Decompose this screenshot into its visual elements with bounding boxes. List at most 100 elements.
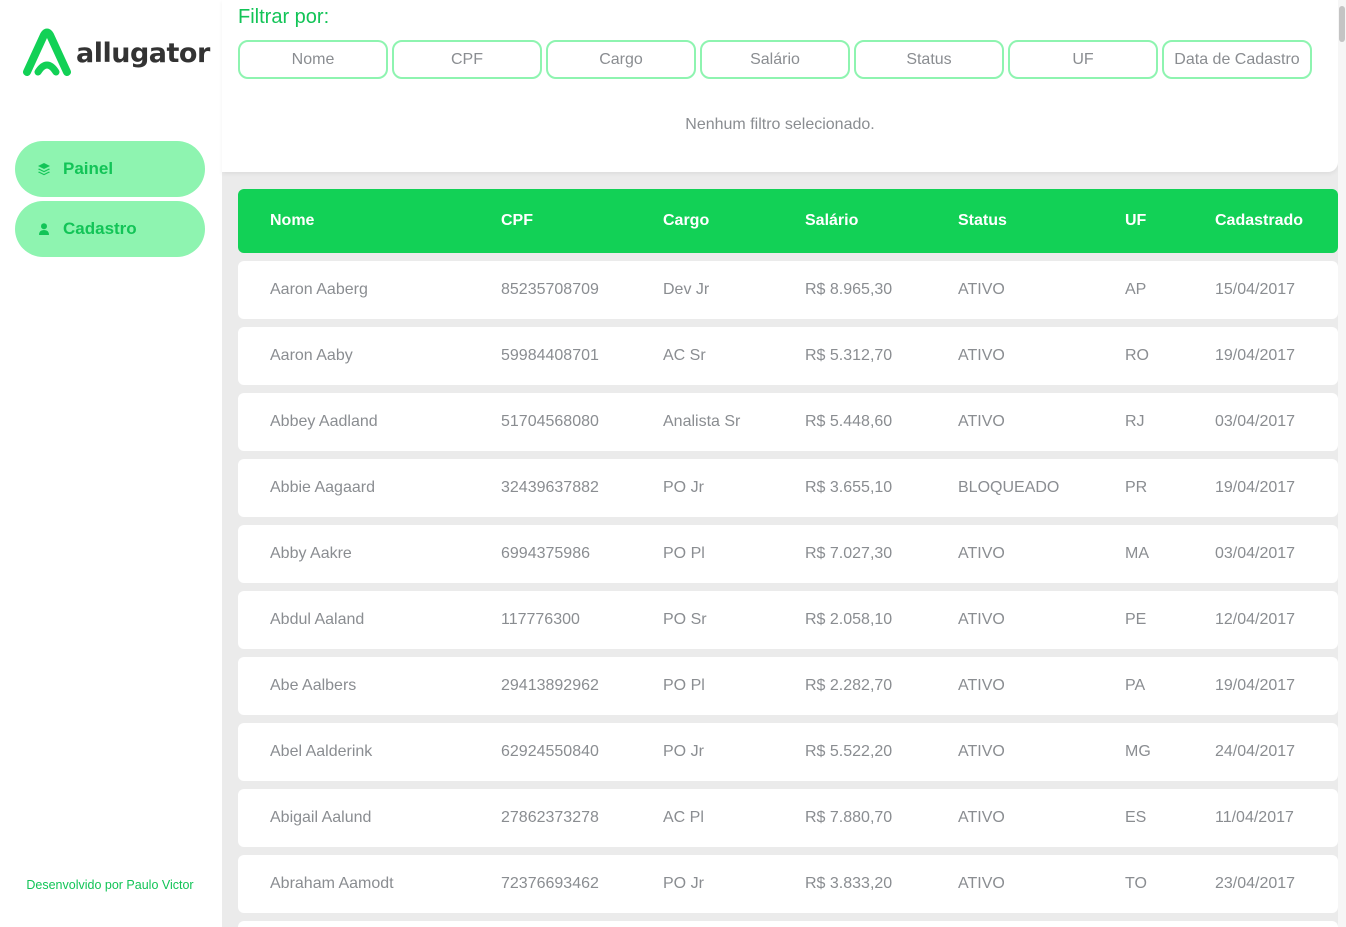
cell-status: ATIVO — [958, 743, 1005, 760]
cell-uf: MG — [1125, 743, 1151, 760]
column-header-salario[interactable]: Salário — [805, 189, 858, 253]
cell-salario: R$ 5.522,20 — [805, 743, 893, 760]
table-row[interactable]: Abe Aalbers 29413892962 PO Pl R$ 2.282,7… — [238, 657, 1338, 715]
cell-nome: Abdul Aaland — [270, 611, 365, 628]
cell-cadastrado: 19/04/2017 — [1215, 347, 1296, 364]
table-row[interactable]: Abby Aakre 6994375986 PO Pl R$ 7.027,30 … — [238, 525, 1338, 583]
sidebar-item-painel[interactable]: Painel — [15, 141, 205, 197]
filter-chip-uf[interactable]: UF — [1008, 40, 1158, 79]
table-row[interactable] — [238, 921, 1338, 927]
cell-nome: Abbie Aagaard — [270, 479, 375, 496]
sidebar-item-cadastro[interactable]: Cadastro — [15, 201, 205, 257]
column-header-status[interactable]: Status — [958, 189, 1007, 253]
table-row[interactable]: Abbie Aagaard 32439637882 PO Jr R$ 3.655… — [238, 459, 1338, 517]
sidebar: allugator Painel Cadastro Desenvolvido p… — [0, 0, 222, 927]
table-row[interactable]: Aaron Aaberg 85235708709 Dev Jr R$ 8.965… — [238, 261, 1338, 319]
cell-uf: PA — [1125, 677, 1146, 694]
cell-salario: R$ 8.965,30 — [805, 281, 893, 298]
cell-cadastrado: 11/04/2017 — [1215, 809, 1294, 826]
column-header-cadastrado[interactable]: Cadastrado — [1215, 189, 1303, 253]
cell-cpf: 117776300 — [501, 611, 580, 628]
cell-cpf: 72376693462 — [501, 875, 599, 892]
cell-nome: Aaron Aaby — [270, 347, 353, 364]
cell-uf: MA — [1125, 545, 1149, 562]
cell-status: ATIVO — [958, 809, 1005, 826]
column-header-nome[interactable]: Nome — [270, 189, 314, 253]
filter-chip-cpf[interactable]: CPF — [392, 40, 542, 79]
layers-icon — [37, 162, 51, 176]
cell-salario: R$ 7.027,30 — [805, 545, 893, 562]
allugator-a-logo-icon — [23, 28, 71, 76]
cell-salario: R$ 2.058,10 — [805, 611, 893, 628]
cell-nome: Abe Aalbers — [270, 677, 357, 694]
cell-salario: R$ 2.282,70 — [805, 677, 893, 694]
cell-salario: R$ 3.833,20 — [805, 875, 893, 892]
cell-uf: RO — [1125, 347, 1149, 364]
cell-cpf: 62924550840 — [501, 743, 599, 760]
cell-cpf: 6994375986 — [501, 545, 590, 562]
cell-salario: R$ 7.880,70 — [805, 809, 893, 826]
table-row[interactable]: Abbey Aadland 51704568080 Analista Sr R$… — [238, 393, 1338, 451]
cell-cadastrado: 03/04/2017 — [1215, 545, 1296, 562]
column-header-cargo[interactable]: Cargo — [663, 189, 709, 253]
cell-status: ATIVO — [958, 281, 1005, 298]
table-header: Nome CPF Cargo Salário Status UF Cadastr… — [238, 189, 1338, 253]
filter-chip-status[interactable]: Status — [854, 40, 1004, 79]
table-row[interactable]: Abel Aalderink 62924550840 PO Jr R$ 5.52… — [238, 723, 1338, 781]
cell-uf: ES — [1125, 809, 1147, 826]
cell-status: BLOQUEADO — [958, 479, 1060, 496]
table-row[interactable]: Aaron Aaby 59984408701 AC Sr R$ 5.312,70… — [238, 327, 1338, 385]
cell-cargo: PO Jr — [663, 875, 704, 892]
developer-credit: Desenvolvido por Paulo Victor — [26, 878, 194, 892]
cell-status: ATIVO — [958, 545, 1005, 562]
cell-uf: RJ — [1125, 413, 1145, 430]
cell-nome: Abel Aalderink — [270, 743, 373, 760]
table-row[interactable]: Abigail Aalund 27862373278 AC Pl R$ 7.88… — [238, 789, 1338, 847]
cell-uf: AP — [1125, 281, 1147, 298]
cell-status: ATIVO — [958, 413, 1005, 430]
logo-text: allugator — [76, 37, 210, 69]
filter-chip-cargo[interactable]: Cargo — [546, 40, 696, 79]
cell-salario: R$ 3.655,10 — [805, 479, 893, 496]
column-header-uf[interactable]: UF — [1125, 189, 1146, 253]
cell-uf: PR — [1125, 479, 1148, 496]
cell-nome: Abby Aakre — [270, 545, 352, 562]
column-header-cpf[interactable]: CPF — [501, 189, 533, 253]
cell-cadastrado: 15/04/2017 — [1215, 281, 1296, 298]
cell-nome: Abbey Aadland — [270, 413, 378, 430]
table-row[interactable]: Abdul Aaland 117776300 PO Sr R$ 2.058,10… — [238, 591, 1338, 649]
cell-cpf: 27862373278 — [501, 809, 599, 826]
cell-cargo: PO Jr — [663, 743, 704, 760]
cell-status: ATIVO — [958, 677, 1005, 694]
cell-status: ATIVO — [958, 611, 1005, 628]
cell-cpf: 29413892962 — [501, 677, 599, 694]
cell-nome: Abraham Aamodt — [270, 875, 394, 892]
filter-chip-nome[interactable]: Nome — [238, 40, 388, 79]
filter-panel: Filtrar por: Nome CPF Cargo Salário Stat… — [222, 0, 1338, 172]
cell-cadastrado: 19/04/2017 — [1215, 479, 1296, 496]
cell-cargo: Dev Jr — [663, 281, 710, 298]
cell-salario: R$ 5.312,70 — [805, 347, 893, 364]
table-row[interactable]: Abraham Aamodt 72376693462 PO Jr R$ 3.83… — [238, 855, 1338, 913]
filter-chip-salario[interactable]: Salário — [700, 40, 850, 79]
cell-cargo: PO Sr — [663, 611, 707, 628]
sidebar-item-label: Cadastro — [63, 219, 137, 238]
cell-cadastrado: 23/04/2017 — [1215, 875, 1296, 892]
cell-cargo: Analista Sr — [663, 413, 741, 430]
cell-cpf: 59984408701 — [501, 347, 599, 364]
cell-uf: PE — [1125, 611, 1147, 628]
sidebar-item-label: Painel — [63, 159, 114, 178]
cell-cargo: PO Pl — [663, 545, 705, 562]
cell-cpf: 51704568080 — [501, 413, 599, 430]
scrollbar-thumb[interactable] — [1339, 6, 1345, 42]
cell-cadastrado: 24/04/2017 — [1215, 743, 1296, 760]
cell-cargo: AC Pl — [663, 809, 704, 826]
cell-status: ATIVO — [958, 875, 1005, 892]
scrollbar[interactable] — [1338, 0, 1346, 927]
filter-chip-data-cadastro[interactable]: Data de Cadastro — [1162, 40, 1312, 79]
no-filter-message: Nenhum filtro selecionado. — [685, 116, 875, 133]
cell-cpf: 85235708709 — [501, 281, 599, 298]
cell-cargo: PO Pl — [663, 677, 705, 694]
logo[interactable]: allugator — [22, 28, 210, 78]
filter-title: Filtrar por: — [238, 6, 330, 28]
